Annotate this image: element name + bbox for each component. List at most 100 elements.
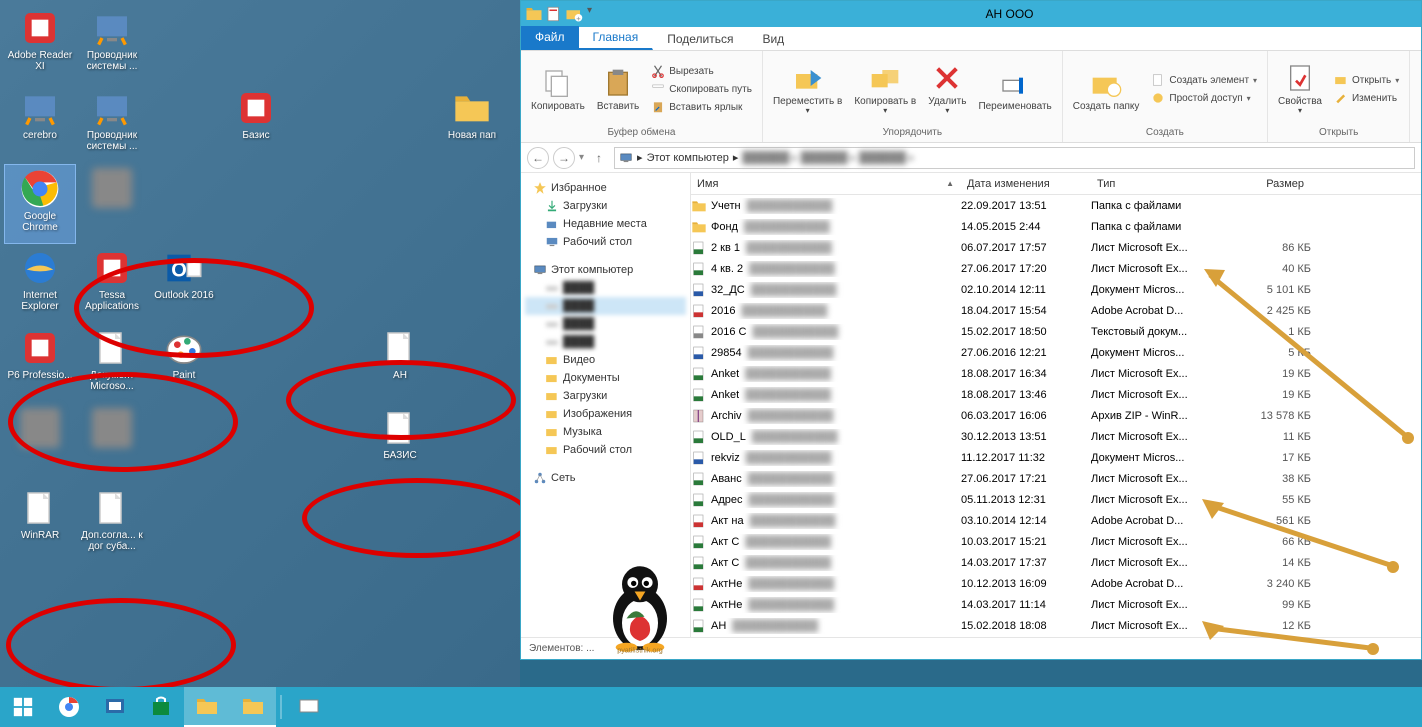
nav-drive-blur[interactable]: ████: [525, 333, 686, 351]
properties-icon[interactable]: [545, 5, 563, 23]
desktop-icon[interactable]: [4, 404, 76, 484]
file-row[interactable]: rekviz███████████11.12.2017 11:32Докумен…: [691, 447, 1421, 468]
file-row[interactable]: Акт на███████████03.10.2014 12:14Adobe A…: [691, 510, 1421, 531]
desktop-icon[interactable]: Доп.согла... к дог суба...: [76, 484, 148, 564]
taskbar-explorer[interactable]: [230, 687, 276, 727]
taskbar-explorer[interactable]: [184, 687, 230, 727]
file-row[interactable]: АН███████████15.02.2018 18:08Лист Micros…: [691, 615, 1421, 636]
open-button[interactable]: Открыть▾: [1330, 72, 1403, 88]
paste-button[interactable]: Вставить: [593, 65, 643, 114]
copy-button[interactable]: Копировать: [527, 65, 589, 114]
file-row[interactable]: Акт С███████████10.03.2017 15:21Лист Mic…: [691, 531, 1421, 552]
desktop-icon[interactable]: Новая пап: [436, 84, 508, 164]
col-type[interactable]: Тип: [1091, 176, 1231, 192]
file-row[interactable]: 29854███████████27.06.2016 12:21Документ…: [691, 342, 1421, 363]
nav-music[interactable]: Музыка: [525, 423, 686, 441]
properties-button[interactable]: Свойства▾: [1274, 60, 1326, 118]
start-button[interactable]: [0, 687, 46, 727]
easy-access-button[interactable]: Простой доступ▾: [1147, 90, 1261, 106]
taskbar-chrome[interactable]: [46, 687, 92, 727]
taskbar-store[interactable]: [138, 687, 184, 727]
file-row[interactable]: 2 кв 1███████████06.07.2017 17:57Лист Mi…: [691, 237, 1421, 258]
desktop-icon[interactable]: Internet Explorer: [4, 244, 76, 324]
rename-button[interactable]: Переименовать: [974, 65, 1055, 114]
history-dropdown[interactable]: ▾: [579, 152, 584, 163]
file-row[interactable]: Anket███████████18.08.2017 13:46Лист Mic…: [691, 384, 1421, 405]
file-row[interactable]: Archiv███████████06.03.2017 16:06Архив Z…: [691, 405, 1421, 426]
new-folder-button[interactable]: Создать папку: [1069, 65, 1144, 114]
ribbon-tab[interactable]: Вид: [748, 28, 799, 50]
nav-thispc[interactable]: Этот компьютер: [525, 261, 686, 279]
back-button[interactable]: ←: [527, 147, 549, 169]
nav-drive-blur[interactable]: ████: [525, 297, 686, 315]
desktop-icon[interactable]: P6 Professio...: [4, 324, 76, 404]
desktop-icon[interactable]: [76, 164, 148, 244]
desktop[interactable]: Adobe Reader XIПроводник системы ...cere…: [0, 0, 520, 687]
nav-downloads2[interactable]: Загрузки: [525, 387, 686, 405]
new-folder-icon[interactable]: +: [565, 5, 583, 23]
edit-button[interactable]: Изменить: [1330, 90, 1403, 106]
file-row[interactable]: Акт С███████████14.03.2017 17:37Лист Mic…: [691, 552, 1421, 573]
file-menu[interactable]: Файл: [521, 26, 579, 50]
taskbar[interactable]: [0, 687, 1422, 727]
nav-network[interactable]: Сеть: [525, 469, 686, 487]
desktop-icon[interactable]: Tessa Applications: [76, 244, 148, 324]
taskbar-app[interactable]: [286, 687, 332, 727]
nav-favorites[interactable]: Избранное: [525, 179, 686, 197]
address-input[interactable]: ▸Этот компьютер▸ ██████ ▸ ██████ ▸ █████…: [614, 147, 1415, 169]
new-item-button[interactable]: Создать элемент▾: [1147, 72, 1261, 88]
col-date[interactable]: Дата изменения: [961, 176, 1091, 192]
file-row[interactable]: 32_ДС███████████02.10.2014 12:11Документ…: [691, 279, 1421, 300]
file-row[interactable]: 2016███████████18.04.2017 15:54Adobe Acr…: [691, 300, 1421, 321]
titlebar[interactable]: + ▾ АН ООО: [521, 1, 1421, 27]
taskbar-server-manager[interactable]: [92, 687, 138, 727]
nav-pictures[interactable]: Изображения: [525, 405, 686, 423]
nav-desktop[interactable]: Рабочий стол: [525, 233, 686, 251]
desktop-icon[interactable]: Документ Microso...: [76, 324, 148, 404]
desktop-icon[interactable]: Базис: [220, 84, 292, 164]
nav-downloads[interactable]: Загрузки: [525, 197, 686, 215]
desktop-icon[interactable]: Adobe Reader XI: [4, 4, 76, 84]
file-columns[interactable]: Имя▲ Дата изменения Тип Размер: [691, 173, 1421, 195]
file-row[interactable]: 2016 С███████████15.02.2017 18:50Текстов…: [691, 321, 1421, 342]
nav-video[interactable]: Видео: [525, 351, 686, 369]
desktop-icon[interactable]: cerebro: [4, 84, 76, 164]
ribbon-tab[interactable]: Главная: [579, 26, 654, 50]
up-button[interactable]: ↑: [588, 147, 610, 169]
desktop-icon[interactable]: БАЗИС: [364, 404, 436, 484]
file-row[interactable]: Фонд███████████14.05.2015 2:44Папка с фа…: [691, 216, 1421, 237]
file-row[interactable]: Учетн███████████22.09.2017 13:51Папка с …: [691, 195, 1421, 216]
file-row[interactable]: Адрес███████████05.11.2013 12:31Лист Mic…: [691, 489, 1421, 510]
file-row[interactable]: АктНе███████████14.03.2017 11:14Лист Mic…: [691, 594, 1421, 615]
desktop-icon[interactable]: OOutlook 2016: [148, 244, 220, 324]
desktop-icon[interactable]: Paint: [148, 324, 220, 404]
nav-drive-blur[interactable]: ████: [525, 279, 686, 297]
file-row[interactable]: OLD_L███████████30.12.2013 13:51Лист Mic…: [691, 426, 1421, 447]
col-name[interactable]: Имя▲: [691, 176, 961, 192]
desktop-icon[interactable]: Проводник системы ...: [76, 4, 148, 84]
nav-pane[interactable]: Избранное Загрузки Недавние места Рабочи…: [521, 173, 691, 637]
file-row[interactable]: Anket███████████18.08.2017 16:34Лист Mic…: [691, 363, 1421, 384]
file-row[interactable]: АктНе███████████10.12.2013 16:09Adobe Ac…: [691, 573, 1421, 594]
nav-drive-blur[interactable]: ████: [525, 315, 686, 333]
nav-recent[interactable]: Недавние места: [525, 215, 686, 233]
qat-dropdown[interactable]: ▾: [587, 5, 592, 23]
nav-desktop2[interactable]: Рабочий стол: [525, 441, 686, 459]
desktop-icon[interactable]: Google Chrome: [4, 164, 76, 244]
desktop-icon[interactable]: WinRAR: [4, 484, 76, 564]
forward-button[interactable]: →: [553, 147, 575, 169]
paste-shortcut-button[interactable]: Вставить ярлык: [647, 99, 756, 115]
file-row[interactable]: 4 кв. 2███████████27.06.2017 17:20Лист M…: [691, 258, 1421, 279]
desktop-icon[interactable]: АН: [364, 324, 436, 404]
delete-button[interactable]: Удалить▾: [924, 60, 970, 118]
desktop-icon[interactable]: [76, 404, 148, 484]
col-size[interactable]: Размер: [1231, 176, 1311, 192]
copy-path-button[interactable]: Скопировать путь: [647, 81, 756, 97]
nav-documents[interactable]: Документы: [525, 369, 686, 387]
cut-button[interactable]: Вырезать: [647, 63, 756, 79]
moveto-button[interactable]: Переместить в▾: [769, 60, 846, 118]
desktop-icon[interactable]: Проводник системы ...: [76, 84, 148, 164]
ribbon-tab[interactable]: Поделиться: [653, 28, 748, 50]
copyto-button[interactable]: Копировать в▾: [850, 60, 920, 118]
file-row[interactable]: Аванс███████████27.06.2017 17:21Лист Mic…: [691, 468, 1421, 489]
